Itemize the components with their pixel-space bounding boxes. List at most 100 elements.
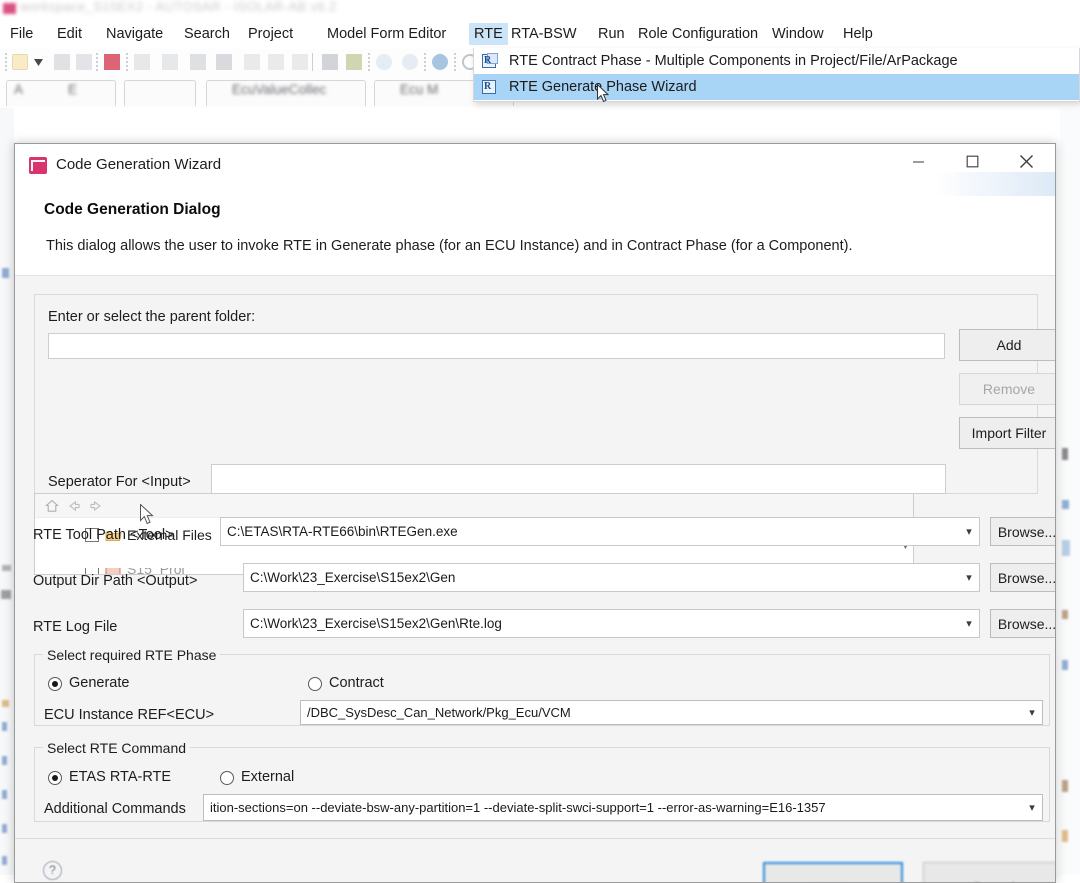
- background-fleck-13: [1062, 610, 1068, 619]
- redo-icon[interactable]: [402, 54, 418, 70]
- list-icon[interactable]: [322, 54, 338, 70]
- dialog-titlebar[interactable]: Code Generation Wizard: [15, 144, 1055, 188]
- link-icon-3[interactable]: [292, 54, 308, 70]
- validate-icon[interactable]: [346, 54, 362, 70]
- tab-a-label: A: [14, 82, 24, 97]
- rte-log-file-value: C:\Work\23_Exercise\S15ex2\Gen\Rte.log: [250, 616, 502, 631]
- mouse-cursor-menu: [597, 84, 609, 103]
- background-fleck-4: [2, 700, 9, 707]
- background-fleck-10: [1062, 448, 1068, 460]
- toolbar-drag-handle-3[interactable]: [126, 53, 128, 71]
- rte-tool-path-combo[interactable]: C:\ETAS\RTA-RTE66\bin\RTEGen.exe ▾: [220, 517, 980, 546]
- menu-run[interactable]: Run: [593, 23, 630, 45]
- cancel-button[interactable]: Cancel: [923, 862, 1055, 882]
- radio-external[interactable]: [220, 771, 234, 785]
- additional-commands-combo[interactable]: ition-sections=on --deviate-bsw-any-part…: [203, 794, 1043, 821]
- toolbar-drag-handle-5[interactable]: [424, 53, 426, 71]
- chevron-down-icon-tool[interactable]: ▾: [959, 518, 979, 545]
- chevron-down-icon-ecu[interactable]: ▾: [1022, 701, 1042, 724]
- browse-button-output[interactable]: Browse...: [990, 563, 1055, 592]
- menu-item-rte-contract-phase-label: RTE Contract Phase - Multiple Components…: [509, 53, 958, 69]
- dialog-footer: ? Finish Cancel: [15, 838, 1055, 882]
- additional-commands-label: Additional Commands: [44, 801, 186, 817]
- menu-project[interactable]: Project: [243, 23, 298, 45]
- background-fleck-6: [2, 756, 7, 765]
- browse-button-tool[interactable]: Browse...: [990, 517, 1055, 546]
- background-fleck-14: [1062, 660, 1068, 670]
- add-button[interactable]: Add: [959, 329, 1055, 361]
- save-icon[interactable]: [54, 54, 70, 70]
- radio-etas-rta-rte[interactable]: [48, 771, 62, 785]
- separator-label: Seperator For <Input>: [48, 474, 191, 490]
- ecu-instance-value: /DBC_SysDesc_Can_Network/Pkg_Ecu/VCM: [307, 705, 571, 720]
- help-icon[interactable]: ?: [43, 861, 62, 880]
- menu-item-rte-contract-phase[interactable]: R RTE Contract Phase - Multiple Componen…: [474, 48, 1079, 74]
- background-fleck-16: [1062, 830, 1068, 842]
- rte-log-file-combo[interactable]: C:\Work\23_Exercise\S15ex2\Gen\Rte.log ▾: [243, 609, 980, 638]
- run-icon[interactable]: [134, 54, 150, 70]
- finish-button[interactable]: Finish: [763, 862, 903, 882]
- tab-ecu-m-label: Ecu M: [400, 82, 439, 97]
- minimize-icon: [912, 160, 924, 163]
- rte-dropdown-menu[interactable]: R RTE Contract Phase - Multiple Componen…: [473, 48, 1080, 102]
- menu-role-configuration[interactable]: Role Configuration: [633, 23, 763, 45]
- chevron-down-icon[interactable]: [34, 59, 43, 66]
- background-fleck-5: [2, 722, 7, 731]
- ecu-instance-combo[interactable]: /DBC_SysDesc_Can_Network/Pkg_Ecu/VCM ▾: [300, 700, 1043, 725]
- dialog-heading: Code Generation Dialog: [44, 201, 221, 218]
- menu-item-rte-generate-phase-wizard[interactable]: R RTE Generate Phase Wizard: [474, 74, 1079, 100]
- home-icon[interactable]: [45, 499, 59, 513]
- toolbar-drag-handle-6[interactable]: [454, 53, 456, 71]
- menu-navigate[interactable]: Navigate: [101, 23, 168, 45]
- ide-window-title-bar: workspace_S15EX2 - AUTOSAR - ISOLAR-AB v…: [0, 0, 1080, 20]
- parent-folder-label: Enter or select the parent folder:: [48, 309, 256, 325]
- menu-edit[interactable]: Edit: [52, 23, 87, 45]
- menu-help[interactable]: Help: [838, 23, 878, 45]
- branch-icon[interactable]: [216, 54, 232, 70]
- ide-menubar[interactable]: File Edit Navigate Search Project Model …: [0, 20, 1080, 48]
- toolbar-drag-handle-4[interactable]: [368, 53, 370, 71]
- menu-rte[interactable]: RTE: [469, 23, 508, 45]
- search-icon[interactable]: [432, 54, 448, 70]
- background-right-strip: [1060, 108, 1080, 875]
- rte-phase-group-legend: Select required RTE Phase: [43, 647, 221, 663]
- new-file-icon[interactable]: [12, 54, 28, 70]
- output-dir-path-combo[interactable]: C:\Work\23_Exercise\S15ex2\Gen ▾: [243, 563, 980, 592]
- stop-icon[interactable]: [190, 54, 206, 70]
- import-filter-button[interactable]: Import Filter: [959, 417, 1055, 449]
- link-icon-1[interactable]: [244, 54, 260, 70]
- menu-window[interactable]: Window: [767, 23, 829, 45]
- back-icon[interactable]: [67, 499, 81, 513]
- columns-icon[interactable]: [162, 54, 178, 70]
- forward-icon[interactable]: [89, 499, 103, 513]
- separator-input[interactable]: [211, 464, 946, 494]
- toolbar-drag-handle-2[interactable]: [96, 53, 98, 71]
- additional-commands-value: ition-sections=on --deviate-bsw-any-part…: [210, 800, 826, 815]
- menu-file[interactable]: File: [5, 23, 38, 45]
- build-error-icon[interactable]: [104, 54, 120, 70]
- mouse-cursor-tree: [140, 504, 154, 525]
- chevron-down-icon-log[interactable]: ▾: [959, 610, 979, 637]
- tab-ecuvaluecollection-label: EcuValueCollec: [232, 82, 327, 97]
- background-fleck-15: [1062, 780, 1068, 792]
- menu-search[interactable]: Search: [179, 23, 235, 45]
- save-all-icon[interactable]: [76, 54, 92, 70]
- chevron-down-icon-commands[interactable]: ▾: [1022, 795, 1042, 820]
- tree-toolbar[interactable]: [35, 494, 913, 518]
- background-fleck-12: [1062, 540, 1070, 556]
- parent-folder-input[interactable]: [48, 333, 945, 359]
- menu-model-form-editor[interactable]: Model Form Editor: [322, 23, 451, 45]
- remove-button: Remove: [959, 373, 1055, 405]
- toolbar-drag-handle-1[interactable]: [5, 53, 7, 71]
- chevron-down-icon-output[interactable]: ▾: [959, 564, 979, 591]
- menu-rta-bsw[interactable]: RTA-BSW: [506, 23, 582, 45]
- tab-outline-2[interactable]: [124, 80, 196, 106]
- browse-button-log[interactable]: Browse...: [990, 609, 1055, 638]
- rte-log-file-label: RTE Log File: [33, 619, 118, 635]
- link-icon-2[interactable]: [268, 54, 284, 70]
- radio-contract[interactable]: [308, 677, 322, 691]
- radio-external-label: External: [241, 769, 295, 785]
- undo-icon[interactable]: [376, 54, 392, 70]
- radio-generate[interactable]: [48, 677, 62, 691]
- rte-generate-phase-icon: R: [482, 79, 499, 95]
